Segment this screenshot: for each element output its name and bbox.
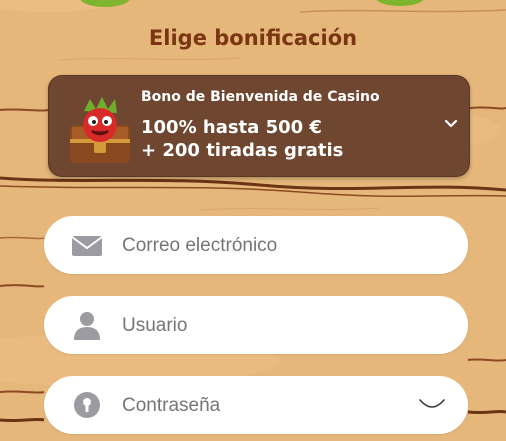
username-field-wrapper <box>44 296 468 356</box>
lock-icon <box>74 392 100 418</box>
treasure-chest-mascot-icon <box>70 97 130 163</box>
bonus-subtitle: Bono de Bienvenida de Casino <box>141 89 380 105</box>
eye-closed-icon[interactable] <box>418 396 446 414</box>
password-field[interactable] <box>120 376 424 436</box>
bonus-offer-line1: 100% hasta 500 € <box>141 117 322 138</box>
username-field[interactable] <box>120 296 424 356</box>
page-title: Elige bonificación <box>148 26 358 50</box>
bonus-selector[interactable]: Bono de Bienvenida de Casino 100% hasta … <box>48 75 470 177</box>
envelope-icon <box>71 236 103 256</box>
user-icon <box>74 312 100 340</box>
email-field-wrapper <box>44 216 468 276</box>
bonus-offer-line2: + 200 tiradas gratis <box>141 140 344 161</box>
email-field[interactable] <box>120 216 424 276</box>
chevron-down-icon[interactable] <box>444 119 458 129</box>
password-field-wrapper <box>44 376 468 436</box>
